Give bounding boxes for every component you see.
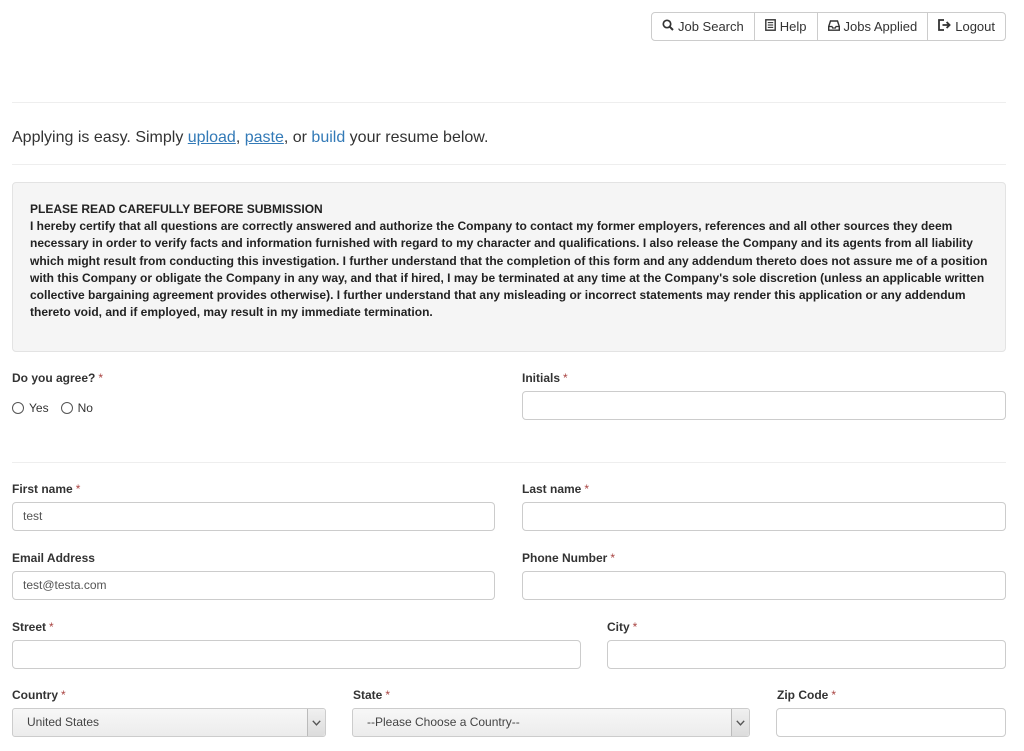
- agree-label-text: Do you agree?: [12, 371, 96, 385]
- required-mark: *: [831, 688, 836, 702]
- job-search-label: Job Search: [677, 19, 744, 34]
- first-name-input[interactable]: test: [12, 502, 495, 531]
- intro-comma: ,: [235, 129, 245, 146]
- street-input[interactable]: [12, 640, 581, 669]
- email-label: Email Address: [12, 551, 95, 565]
- street-label: Street *: [12, 620, 54, 634]
- agree-no-option[interactable]: No: [60, 401, 93, 415]
- chevron-down-icon[interactable]: [307, 709, 325, 736]
- state-select-value: --Please Choose a Country--: [367, 715, 520, 729]
- logout-label: Logout: [955, 19, 995, 34]
- last-name-label-text: Last name: [522, 482, 582, 496]
- email-input[interactable]: test@testa.com: [12, 571, 495, 600]
- country-select-value: United States: [27, 715, 100, 729]
- divider: [12, 164, 1006, 165]
- divider: [12, 102, 1006, 103]
- agree-yes-radio[interactable]: [12, 402, 24, 414]
- help-button[interactable]: Help: [755, 13, 818, 40]
- city-label: City *: [607, 620, 637, 634]
- agree-radio-group: Yes No: [12, 401, 105, 415]
- notice-heading: PLEASE READ CAREFULLY BEFORE SUBMISSION: [30, 202, 323, 216]
- search-icon: [662, 19, 678, 34]
- email-label-text: Email Address: [12, 551, 95, 565]
- upload-link[interactable]: upload: [188, 129, 236, 146]
- chevron-down-icon[interactable]: [731, 709, 749, 736]
- agree-label: Do you agree? *: [12, 371, 103, 385]
- initials-label: Initials *: [522, 371, 568, 385]
- phone-label-text: Phone Number: [522, 551, 608, 565]
- agree-yes-option[interactable]: Yes: [12, 401, 49, 415]
- inbox-icon: [827, 19, 844, 34]
- country-label-text: Country: [12, 688, 58, 702]
- logout-button[interactable]: Logout: [928, 13, 1005, 40]
- required-mark: *: [632, 620, 638, 634]
- agree-no-radio[interactable]: [60, 402, 73, 414]
- country-select[interactable]: United States: [12, 708, 326, 737]
- required-mark: *: [563, 371, 568, 385]
- help-label: Help: [779, 19, 807, 34]
- agree-yes-label: Yes: [29, 401, 49, 415]
- last-name-label: Last name *: [522, 482, 589, 496]
- required-mark: *: [98, 371, 104, 385]
- notice-body: I hereby certify that all questions are …: [30, 219, 988, 320]
- city-input[interactable]: [607, 640, 1006, 669]
- divider: [12, 462, 1006, 463]
- job-search-button[interactable]: Job Search: [652, 13, 755, 40]
- state-select[interactable]: --Please Choose a Country--: [352, 708, 750, 737]
- intro-text: Applying is easy. Simply upload, paste, …: [12, 129, 488, 147]
- phone-label: Phone Number *: [522, 551, 615, 565]
- logout-icon: [938, 19, 955, 34]
- required-mark: *: [49, 620, 54, 634]
- jobs-applied-button[interactable]: Jobs Applied: [818, 13, 929, 40]
- country-label: Country *: [12, 688, 66, 702]
- zip-label-text: Zip Code: [777, 688, 829, 702]
- zip-input[interactable]: [776, 708, 1006, 737]
- paste-link[interactable]: paste: [245, 129, 284, 146]
- first-name-label: First name *: [12, 482, 80, 496]
- initials-input[interactable]: [522, 391, 1006, 420]
- required-mark: *: [584, 482, 590, 496]
- required-mark: *: [61, 688, 66, 702]
- build-link[interactable]: build: [311, 129, 345, 146]
- state-label: State *: [353, 688, 390, 702]
- jobs-applied-label: Jobs Applied: [843, 19, 918, 34]
- required-mark: *: [385, 688, 391, 702]
- document-icon: [764, 19, 780, 34]
- agree-no-label: No: [77, 401, 93, 415]
- city-label-text: City: [607, 620, 630, 634]
- initials-label-text: Initials: [522, 371, 561, 385]
- required-mark: *: [75, 482, 81, 496]
- first-name-label-text: First name: [12, 482, 73, 496]
- state-label-text: State: [353, 688, 383, 702]
- required-mark: *: [610, 551, 616, 565]
- zip-label: Zip Code *: [777, 688, 836, 702]
- intro-suffix: your resume below.: [345, 129, 489, 146]
- intro-prefix: Applying is easy. Simply: [12, 129, 188, 146]
- phone-input[interactable]: [522, 571, 1006, 600]
- street-label-text: Street: [12, 620, 47, 634]
- last-name-input[interactable]: [522, 502, 1006, 531]
- intro-or: , or: [283, 129, 312, 146]
- certification-notice: PLEASE READ CAREFULLY BEFORE SUBMISSION …: [12, 182, 1006, 352]
- top-nav: Job Search Help Jobs Applied Logout: [650, 12, 1006, 41]
